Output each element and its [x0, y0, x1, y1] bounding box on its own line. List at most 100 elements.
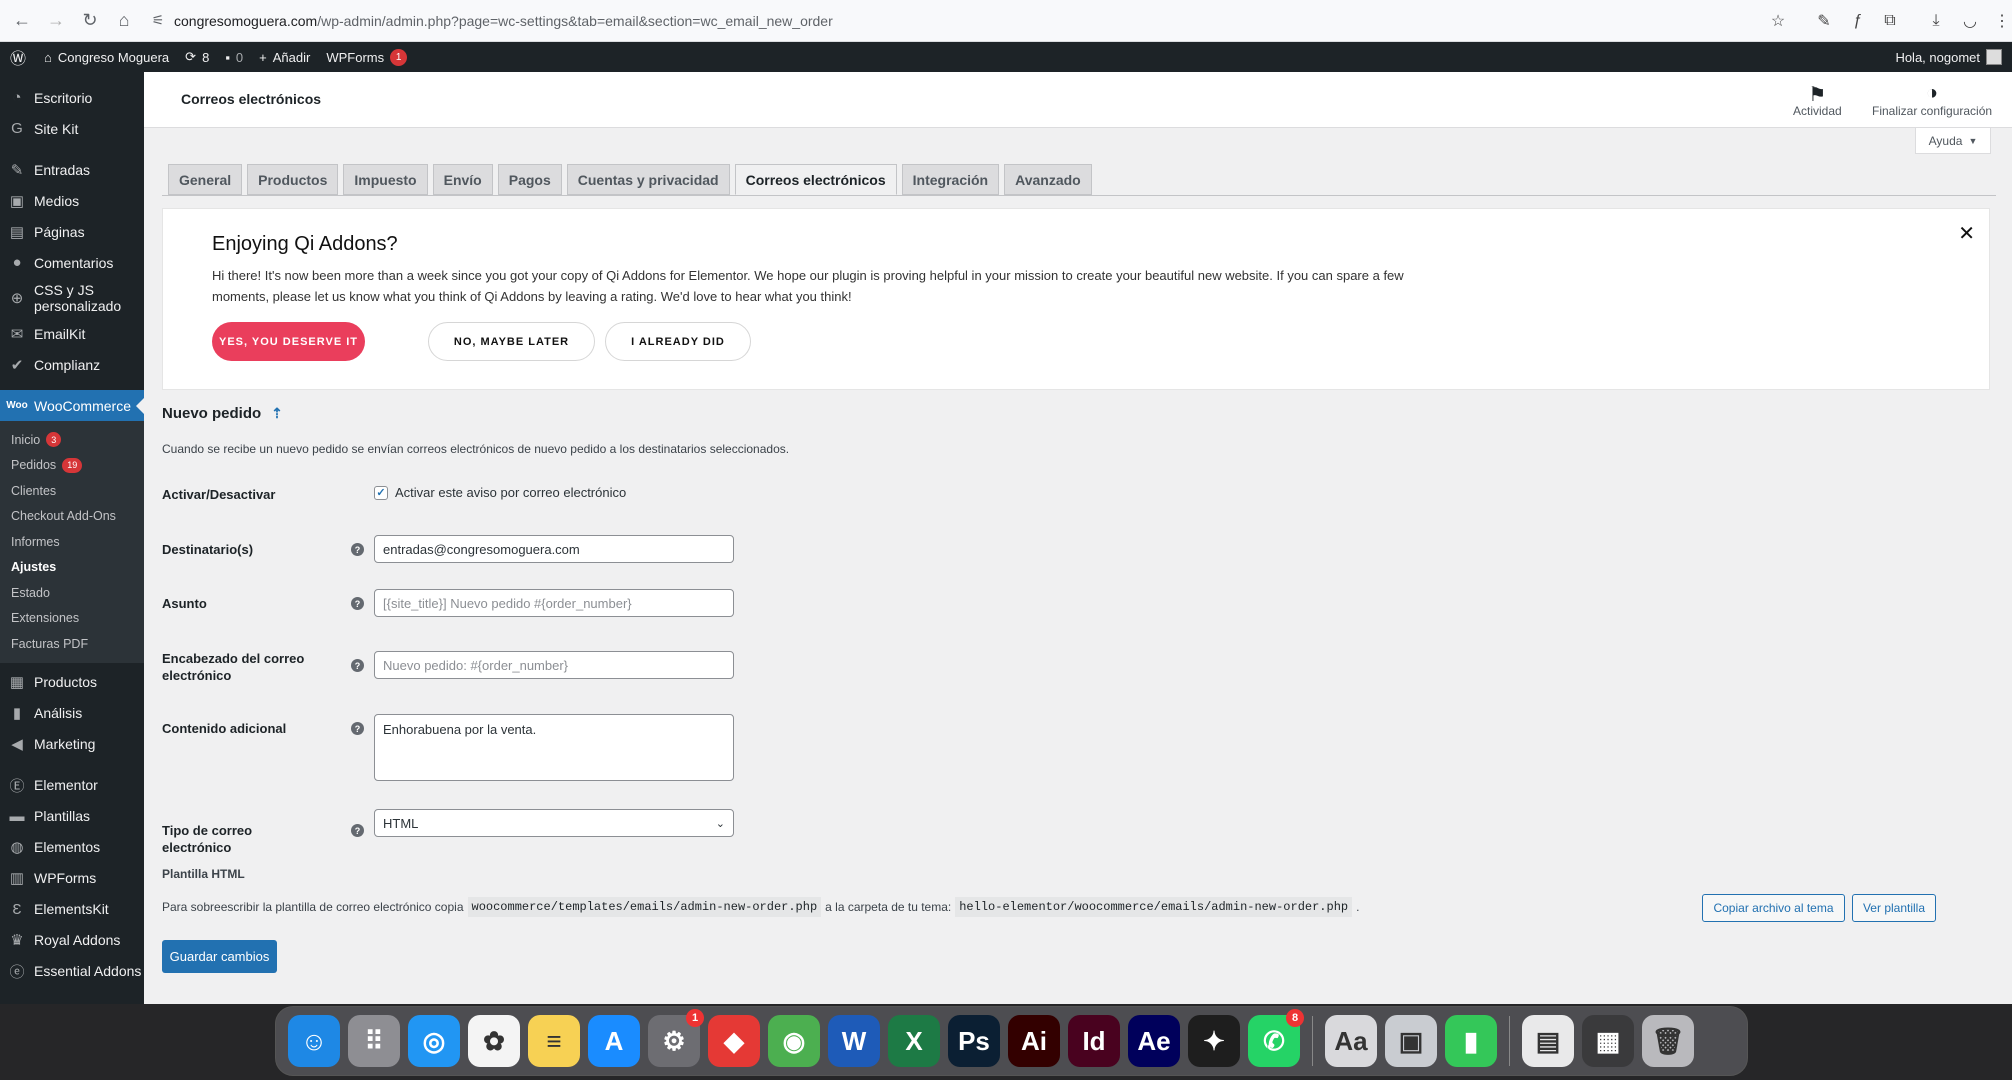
maybe-later-button[interactable]: NO, MAYBE LATER — [428, 322, 595, 361]
anydesk-icon[interactable]: ◆ — [708, 1015, 760, 1067]
numbers-icon[interactable]: ▮ — [1445, 1015, 1497, 1067]
preview-icon[interactable]: ▣ — [1385, 1015, 1437, 1067]
help-button[interactable]: Ayuda ▼ — [1915, 128, 1991, 154]
tab-avanzado[interactable]: Avanzado — [1004, 164, 1092, 195]
tab-cuentas-y-privacidad[interactable]: Cuentas y privacidad — [566, 164, 730, 195]
help-tip-icon[interactable]: ? — [351, 597, 364, 610]
sidebar-subitem-informes[interactable]: Informes — [0, 529, 144, 555]
add-new-link[interactable]: + Añadir — [251, 42, 318, 72]
tab-integraci-n[interactable]: Integración — [901, 164, 1000, 195]
photos-icon[interactable]: ✿ — [468, 1015, 520, 1067]
after-effects-icon[interactable]: Ae — [1128, 1015, 1180, 1067]
account-link[interactable]: Hola, nogomet — [1887, 42, 2012, 72]
activity-button[interactable]: ⚑ Actividad — [1793, 82, 1842, 118]
help-tip-icon[interactable]: ? — [351, 824, 364, 837]
tab-impuesto[interactable]: Impuesto — [343, 164, 428, 195]
sidebar-subitem-ajustes[interactable]: Ajustes — [0, 555, 144, 581]
sidebar-item-royal-addons[interactable]: ♛ Royal Addons — [0, 925, 144, 956]
sidebar-item-essential-addons[interactable]: ⓔ Essential Addons — [0, 956, 144, 987]
site-settings-icon[interactable]: ⚟ — [142, 5, 174, 37]
finder-icon[interactable]: ☺ — [288, 1015, 340, 1067]
sidebar-item-css-y-js-personalizado[interactable]: ⊕ CSS y JS personalizado — [0, 278, 144, 318]
help-tip-icon[interactable]: ? — [351, 659, 364, 672]
excel-icon[interactable]: X — [888, 1015, 940, 1067]
tab-productos[interactable]: Productos — [247, 164, 339, 195]
subject-input[interactable]: [{site_title}] Nuevo pedido #{order_numb… — [374, 589, 734, 617]
sidebar-item-medios[interactable]: ▣ Medios — [0, 185, 144, 216]
close-icon[interactable]: ✕ — [1958, 221, 1975, 246]
sidebar-item-p-ginas[interactable]: ▤ Páginas — [0, 216, 144, 247]
sidebar-subitem-extensiones[interactable]: Extensiones — [0, 606, 144, 632]
download-icon[interactable]: ⤓ — [1924, 9, 1948, 33]
sidebar-subitem-checkout-add-ons[interactable]: Checkout Add-Ons — [0, 504, 144, 530]
sidebar-subitem-estado[interactable]: Estado — [0, 580, 144, 606]
back-icon[interactable]: ← — [6, 5, 38, 37]
word-icon[interactable]: W — [828, 1015, 880, 1067]
sidebar-item-productos[interactable]: ▦ Productos — [0, 667, 144, 698]
sidebar-item-elementor[interactable]: Ⓔ Elementor — [0, 770, 144, 801]
photoshop-icon[interactable]: Ps — [948, 1015, 1000, 1067]
sidebar-item-an-lisis[interactable]: ▮ Análisis — [0, 698, 144, 729]
safari-icon[interactable]: ◎ — [408, 1015, 460, 1067]
updates-link[interactable]: ⟳ 8 — [177, 42, 217, 72]
wpforms-link[interactable]: WPForms 1 — [318, 42, 415, 72]
sidebar-subitem-pedidos[interactable]: Pedidos 19 — [0, 453, 144, 479]
sidebar-item-site-kit[interactable]: G Site Kit — [0, 113, 144, 144]
whatsapp-icon[interactable]: ✆ 8 — [1248, 1009, 1304, 1067]
recipient-input[interactable]: entradas@congresomoguera.com — [374, 535, 734, 563]
bookmark-star-icon[interactable]: ☆ — [1766, 9, 1790, 33]
sidebar-item-emailkit[interactable]: ✉ EmailKit — [0, 318, 144, 349]
notes-icon[interactable]: ≡ — [528, 1015, 580, 1067]
already-did-button[interactable]: I ALREADY DID — [605, 322, 751, 361]
email-type-select[interactable]: HTML ⌄ — [374, 809, 734, 837]
save-button[interactable]: Guardar cambios — [162, 940, 277, 973]
figma-icon[interactable]: ✦ — [1188, 1015, 1240, 1067]
indesign-icon[interactable]: Id — [1068, 1015, 1120, 1067]
address-bar[interactable]: congresomoguera.com/wp-admin/admin.php?p… — [174, 6, 833, 36]
menu-dots-icon[interactable]: ⋮ — [1990, 9, 2012, 33]
enable-checkbox[interactable]: ✓ — [374, 485, 388, 500]
extensions-puzzle-icon[interactable]: ⧉ — [1878, 9, 1902, 33]
sidebar-item-wpforms[interactable]: ▥ WPForms — [0, 863, 144, 894]
tab-env-o[interactable]: Envío — [432, 164, 493, 195]
site-name-link[interactable]: ⌂ Congreso Moguera — [36, 42, 177, 72]
help-tip-icon[interactable]: ? — [351, 722, 364, 735]
help-tip-icon[interactable]: ? — [351, 543, 364, 556]
chrome-icon[interactable]: ◉ — [768, 1015, 820, 1067]
copy-to-theme-button[interactable]: Copiar archivo al tema — [1702, 894, 1845, 922]
tab-general[interactable]: General — [168, 164, 243, 195]
extension-pen-icon[interactable]: ✎ — [1812, 9, 1836, 33]
sidebar-item-elementskit[interactable]: Ɛ ElementsKit — [0, 894, 144, 925]
comments-link[interactable]: ▪ 0 — [217, 42, 251, 72]
sidebar-item-entradas[interactable]: ✎ Entradas — [0, 154, 144, 185]
wp-logo-icon[interactable]: Ⓦ — [0, 42, 36, 72]
sidebar-item-comentarios[interactable]: ● Comentarios — [0, 247, 144, 278]
system-settings-icon[interactable]: ⚙ 1 — [648, 1009, 704, 1067]
illustrator-icon[interactable]: Ai — [1008, 1015, 1060, 1067]
view-template-button[interactable]: Ver plantilla — [1852, 894, 1936, 922]
heading-input[interactable]: Nuevo pedido: #{order_number} — [374, 651, 734, 679]
rate-yes-button[interactable]: YES, YOU DESERVE IT — [212, 322, 365, 361]
sidebar-subitem-inicio[interactable]: Inicio 3 — [0, 427, 144, 453]
launchpad-icon[interactable]: ⠿ — [348, 1015, 400, 1067]
sidebar-item-escritorio[interactable]: ◔ Escritorio — [0, 82, 144, 113]
sidebar-subitem-clientes[interactable]: Clientes — [0, 478, 144, 504]
trash-icon[interactable]: 🗑 — [1642, 1015, 1694, 1067]
shield-icon[interactable]: ◡ — [1958, 9, 1982, 33]
recent-window-icon[interactable]: ▦ — [1582, 1015, 1634, 1067]
sidebar-item-elementos[interactable]: ◍ Elementos — [0, 832, 144, 863]
sidebar-item-plantillas[interactable]: ▬ Plantillas — [0, 801, 144, 832]
recent-document-icon[interactable]: ▤ — [1522, 1015, 1574, 1067]
forward-icon[interactable]: → — [40, 5, 72, 37]
sidebar-item-marketing[interactable]: ◀ Marketing — [0, 729, 144, 760]
tab-correos-electr-nicos[interactable]: Correos electrónicos — [734, 164, 897, 195]
sidebar-item-complianz[interactable]: ✔ Complianz — [0, 349, 144, 380]
sidebar-subitem-facturas-pdf[interactable]: Facturas PDF — [0, 631, 144, 657]
back-up-icon[interactable]: ⇡ — [271, 405, 283, 422]
finish-setup-button[interactable]: ◑ Finalizar configuración — [1872, 82, 1992, 118]
additional-content-textarea[interactable]: Enhorabuena por la venta. — [374, 714, 734, 781]
extension-script-icon[interactable]: ƒ — [1846, 9, 1870, 33]
app-store-icon[interactable]: A — [588, 1015, 640, 1067]
tab-pagos[interactable]: Pagos — [497, 164, 562, 195]
font-book-icon[interactable]: Aa — [1325, 1015, 1377, 1067]
